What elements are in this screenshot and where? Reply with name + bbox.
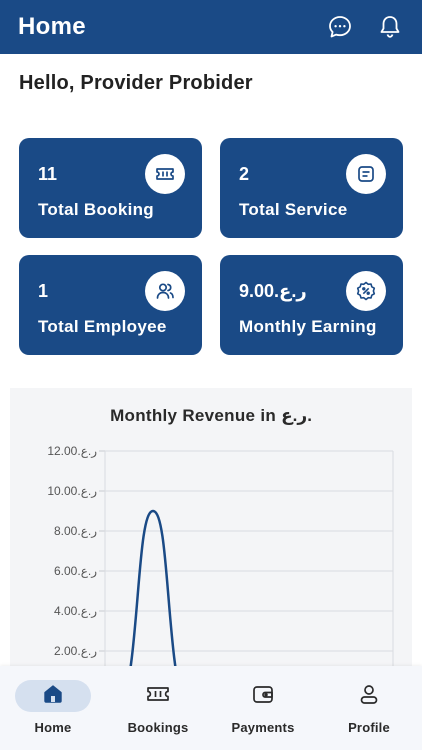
nav-item-home[interactable]: Home [8,680,98,740]
y-tick-label: 4.00.ر.ع [54,604,97,618]
stat-label: Total Employee [38,317,167,336]
y-tick-label: 12.00.ر.ع [47,444,97,458]
stat-value: 9.00.ر.ع [239,281,307,301]
bell-icon[interactable] [376,13,404,41]
nav-item-bookings[interactable]: Bookings [113,680,203,740]
nav-item-profile[interactable]: Profile [324,680,414,740]
list-icon [346,154,386,194]
stat-label: Total Booking [38,200,154,219]
nav-label: Payments [231,720,295,735]
nav-active-indicator [15,680,91,712]
nav-label: Profile [348,720,390,735]
stat-card-monthly-earning[interactable]: 9.00.ر.ع Monthly Earning [220,255,403,355]
y-tick-label: 8.00.ر.ع [54,524,97,538]
discount-badge-icon [346,271,386,311]
stat-card-total-booking[interactable]: 11 Total Booking [19,138,202,238]
nav-icon-wrap [120,680,196,712]
revenue-line-series [127,509,179,678]
nav-item-payments[interactable]: Payments [218,680,308,740]
home-icon [41,682,65,711]
stat-card-total-employee[interactable]: 1 Total Employee [19,255,202,355]
nav-icon-wrap [225,680,301,712]
bottom-navigation: Home Bookings Payments Profile [0,666,422,750]
y-tick-label: 6.00.ر.ع [54,564,97,578]
app-bar: Home [0,0,422,54]
nav-label: Home [34,720,72,735]
revenue-chart: Monthly Revenue in ر.ع. 12.00.ر.ع 10.00.ر… [10,388,412,678]
page-title: Home [18,13,86,40]
ticket-icon [145,154,185,194]
stat-label: Total Service [239,200,348,219]
stat-value: 2 [239,164,250,184]
y-tick-label: 2.00.ر.ع [54,644,97,658]
chart-canvas: 12.00.ر.ع 10.00.ر.ع 8.00.ر.ع 6.00.ر.ع 4.00.ر… [47,444,394,678]
nav-icon-wrap [331,680,407,712]
chat-icon[interactable] [326,13,354,41]
person-icon [357,682,381,711]
greeting-text: Hello, Provider Probider [19,72,253,94]
stat-value: 1 [38,281,49,301]
ticket-icon [145,682,171,711]
users-icon [145,271,185,311]
wallet-icon [250,682,276,711]
stat-card-total-service[interactable]: 2 Total Service [220,138,403,238]
stat-label: Monthly Earning [239,317,377,336]
y-tick-label: 10.00.ر.ع [47,484,97,498]
stat-value: 11 [38,164,58,184]
nav-label: Bookings [127,720,189,735]
